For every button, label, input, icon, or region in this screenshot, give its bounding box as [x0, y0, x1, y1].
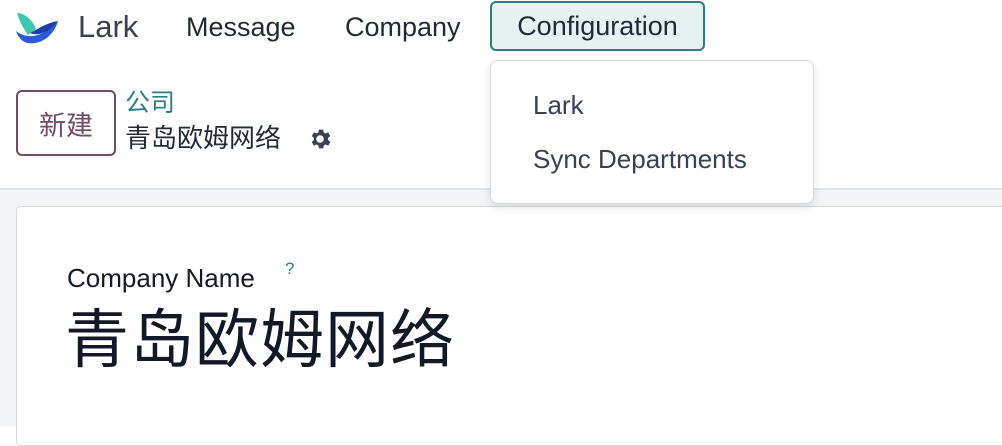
form-sheet: Company Name ? 青岛欧姆网络 [16, 206, 1002, 446]
record-title: 青岛欧姆网络 [125, 124, 282, 154]
breadcrumb-company[interactable]: 公司 [125, 88, 175, 118]
configuration-dropdown: Lark Sync Departments [490, 60, 814, 204]
top-navbar: Lark Message Company Configuration [0, 0, 1002, 54]
nav-company[interactable]: Company [345, 10, 461, 44]
company-name-field[interactable]: 青岛欧姆网络 [65, 303, 455, 379]
nav-message[interactable]: Message [186, 10, 296, 44]
dropdown-item-lark[interactable]: Lark [533, 89, 584, 121]
gear-icon[interactable] [307, 126, 333, 152]
nav-configuration[interactable]: Configuration [490, 1, 705, 51]
new-button[interactable]: 新建 [16, 90, 116, 156]
lark-logo-icon[interactable] [14, 9, 60, 45]
app-name[interactable]: Lark [78, 10, 138, 44]
company-name-label: Company Name [67, 263, 255, 293]
help-tooltip-icon[interactable]: ? [285, 259, 294, 279]
dropdown-item-sync-departments[interactable]: Sync Departments [533, 143, 747, 175]
